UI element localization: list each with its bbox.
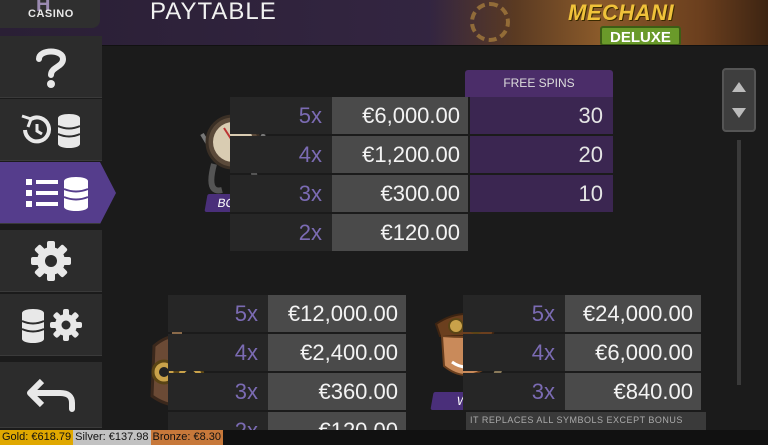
game-logo-subtitle: DELUXE [600, 26, 681, 45]
bonus-paytable: 5x €6,000.00 4x €1,200.00 3x €300.00 2x … [230, 97, 468, 253]
table-row: 4x €2,400.00 [168, 334, 406, 371]
top-bar: MECHANI DELUXE PAYTABLE [0, 0, 768, 46]
robot-paytable: 5x €12,000.00 4x €2,400.00 3x €360.00 2x… [168, 295, 406, 445]
free-spins-value: 30 [470, 97, 613, 134]
table-row: 4x €1,200.00 [230, 136, 468, 173]
gold-jackpot: Gold: €618.79 [0, 430, 74, 445]
payout-value: €6,000.00 [332, 97, 468, 134]
multiplier: 3x [463, 373, 565, 410]
table-row: 5x €24,000.00 [463, 295, 701, 332]
payout-value: €120.00 [332, 214, 468, 251]
payout-value: €2,400.00 [268, 334, 406, 371]
multiplier: 5x [463, 295, 565, 332]
casino-logo-text: CASINO [28, 8, 74, 20]
multiplier: 4x [463, 334, 565, 371]
free-spins-header: FREE SPINS [465, 70, 613, 97]
sidebar-item-paytable[interactable] [0, 162, 116, 224]
table-row: 3x €300.00 [230, 175, 468, 212]
scrollbar-track[interactable] [737, 140, 741, 385]
free-spins-value: 10 [470, 175, 613, 212]
gear-decoration-icon [470, 2, 510, 42]
table-row: 3x €840.00 [463, 373, 701, 410]
multiplier: 4x [230, 136, 332, 173]
free-spins-value: 20 [470, 136, 613, 173]
table-row: 5x €12,000.00 [168, 295, 406, 332]
paytable-list-icon [26, 176, 89, 211]
payout-value: €360.00 [268, 373, 406, 410]
multiplier: 3x [230, 175, 332, 212]
silver-jackpot: Silver: €137.98 [73, 430, 151, 445]
sidebar [0, 32, 116, 430]
payout-value: €300.00 [332, 175, 468, 212]
bronze-jackpot: Bronze: €8.30 [150, 430, 224, 445]
multiplier: 5x [230, 97, 332, 134]
payout-value: €1,200.00 [332, 136, 468, 173]
wild-paytable: 5x €24,000.00 4x €6,000.00 3x €840.00 [463, 295, 701, 412]
payout-value: €12,000.00 [268, 295, 406, 332]
coins-gear-icon [21, 308, 82, 343]
multiplier: 4x [168, 334, 268, 371]
payout-value: €6,000.00 [565, 334, 701, 371]
multiplier: 2x [230, 214, 332, 251]
table-row: 3x €360.00 [168, 373, 406, 410]
table-row: 4x €6,000.00 [463, 334, 701, 371]
page-title: PAYTABLE [150, 0, 277, 25]
game-logo: MECHANI [568, 0, 675, 25]
multiplier: 3x [168, 373, 268, 410]
sidebar-item-settings[interactable] [0, 230, 102, 292]
sidebar-item-bet-settings[interactable] [0, 294, 102, 356]
sidebar-item-history[interactable] [0, 99, 102, 161]
sidebar-item-back[interactable] [0, 362, 102, 428]
scroll-buttons[interactable] [722, 68, 756, 132]
jackpot-bar: Gold: €618.79 Silver: €137.98 Bronze: €8.3… [0, 430, 768, 445]
gear-icon [31, 240, 71, 281]
scroll-arrows-icon [732, 82, 746, 118]
sidebar-item-help[interactable] [0, 36, 102, 98]
multiplier: 5x [168, 295, 268, 332]
wild-description: IT REPLACES ALL SYMBOLS EXCEPT BONUS [466, 412, 706, 430]
table-row: 5x €6,000.00 [230, 97, 468, 134]
payout-value: €840.00 [565, 373, 701, 410]
back-arrow-icon [27, 378, 75, 412]
history-coins-icon [21, 113, 81, 148]
question-icon [36, 48, 67, 88]
table-row: 2x €120.00 [230, 214, 468, 251]
casino-logo: H CASINO [0, 0, 100, 28]
payout-value: €24,000.00 [565, 295, 701, 332]
